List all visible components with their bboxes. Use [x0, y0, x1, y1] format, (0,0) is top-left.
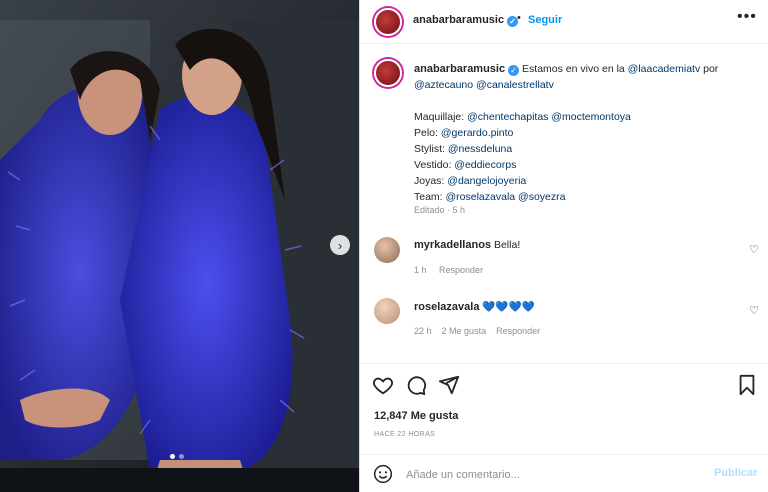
header-username[interactable]: anabarbaramusic ✓ — [413, 14, 519, 27]
dot-separator: • — [517, 12, 521, 24]
avatar[interactable] — [374, 298, 400, 324]
comment-body: myrkadellanos Bella! — [414, 239, 520, 251]
post-timestamp: HACE 22 HORAS — [374, 431, 436, 438]
comment-likes[interactable]: 2 Me gusta — [442, 326, 487, 336]
comment-like-heart-icon[interactable]: ♡ — [749, 243, 759, 256]
avatar[interactable] — [374, 59, 402, 87]
publish-button[interactable]: Publicar — [714, 467, 757, 479]
add-comment-bar: Publicar — [360, 454, 768, 492]
caption-line-joyas: Joyas: @dangelojoyeria — [414, 175, 527, 187]
verified-icon: ✓ — [508, 65, 520, 76]
comment-icon[interactable] — [405, 374, 427, 396]
caption-meta: Editado · 5 h — [414, 205, 466, 215]
chevron-right-icon: › — [337, 237, 343, 253]
mention-link[interactable]: @eddiecorps — [454, 159, 516, 171]
post-header: anabarbaramusic ✓ • Seguir ••• — [360, 0, 768, 44]
post-actions: 12,847 Me gusta HACE 22 HORAS — [360, 363, 768, 438]
likes-count[interactable]: 12,847 Me gusta — [374, 410, 458, 422]
caption-username[interactable]: anabarbaramusic — [414, 63, 505, 75]
comment-time: 1 h — [414, 265, 427, 275]
carousel-dot-active — [170, 454, 175, 459]
caption-intro: Estamos en vivo en la — [522, 63, 625, 75]
mention-link[interactable]: @dangelojoyeria — [447, 175, 526, 187]
mention-link[interactable]: @aztecauno — [414, 79, 473, 91]
reply-button[interactable]: Responder — [439, 265, 483, 275]
comment-input[interactable] — [404, 464, 708, 486]
comment-text: Bella! — [493, 239, 521, 251]
reply-button[interactable]: Responder — [496, 326, 540, 336]
next-image-button[interactable]: › — [330, 235, 350, 255]
caption-line-team: Team: @roselazavala @soyezra — [414, 191, 566, 203]
mention-link[interactable]: @canalestrellatv — [476, 79, 554, 91]
caption-text: anabarbaramusic ✓ Estamos en vivo en la @… — [414, 61, 754, 205]
share-icon[interactable] — [438, 374, 460, 396]
bookmark-icon[interactable] — [736, 374, 758, 396]
heart-icon[interactable] — [372, 374, 394, 396]
comment-item: roselazavala 💙💙💙💙 22 h 2 Me gusta Respon… — [360, 294, 768, 354]
comment-text: 💙💙💙💙 — [482, 301, 535, 313]
comment-body: roselazavala 💙💙💙💙 — [414, 300, 535, 313]
caption-line-maquillaje: Maquillaje: @chentechapitas @moctemontoy… — [414, 111, 631, 123]
mention-link[interactable]: @chentechapitas — [467, 111, 548, 123]
avatar[interactable] — [374, 8, 402, 36]
comment-like-heart-icon[interactable]: ♡ — [749, 304, 759, 317]
comment-item: myrkadellanos Bella! 1 h Responder ♡ — [360, 233, 768, 293]
emoji-icon[interactable] — [373, 464, 393, 484]
comment-username[interactable]: roselazavala — [414, 301, 479, 313]
mention-link[interactable]: @gerardo.pinto — [441, 127, 514, 139]
carousel-indicator — [170, 454, 184, 459]
comment-username[interactable]: myrkadellanos — [414, 239, 491, 251]
caption-line-vestido: Vestido: @eddiecorps — [414, 159, 517, 171]
carousel-dot — [179, 454, 184, 459]
more-icon[interactable]: ••• — [737, 8, 757, 26]
comments-section[interactable]: anabarbaramusic ✓ Estamos en vivo en la @… — [360, 45, 768, 363]
mention-link[interactable]: @laacademiatv — [628, 63, 701, 75]
post-panel: anabarbaramusic ✓ • Seguir ••• anabarbara… — [359, 0, 768, 492]
caption-line-pelo: Pelo: @gerardo.pinto — [414, 127, 514, 139]
comment-time: 22 h — [414, 326, 432, 336]
caption-por: por — [703, 63, 719, 75]
mention-link[interactable]: @moctemontoya — [551, 111, 631, 123]
post-photo — [0, 0, 359, 492]
comment-meta: 22 h 2 Me gusta Responder — [414, 326, 540, 336]
avatar[interactable] — [374, 237, 400, 263]
follow-button[interactable]: Seguir — [528, 14, 562, 26]
mention-link[interactable]: @roselazavala — [446, 191, 516, 203]
mention-link[interactable]: @nessdeluna — [448, 143, 512, 155]
mention-link[interactable]: @soyezra — [518, 191, 565, 203]
post-media[interactable]: › — [0, 0, 359, 492]
caption-line-stylist: Stylist: @nessdeluna — [414, 143, 513, 155]
comment-meta: 1 h Responder — [414, 265, 483, 275]
